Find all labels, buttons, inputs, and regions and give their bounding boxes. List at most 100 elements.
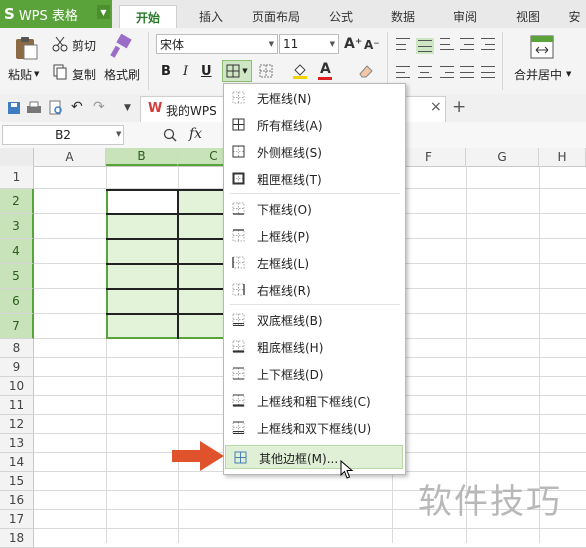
row-header-10[interactable]: 10 (0, 377, 34, 396)
merge-center-button[interactable]: 合并居中 (514, 66, 562, 83)
menu-item-top-and-double-bottom-border[interactable]: 上框线和双下框线(U) (224, 416, 405, 440)
paste-label[interactable]: 粘贴 (8, 66, 32, 83)
menu-item-top-and-bottom-border[interactable]: 上下框线(D) (224, 362, 405, 386)
indent-icon[interactable] (481, 38, 495, 50)
customize-qa-chevron-icon[interactable]: ▼ (124, 103, 131, 113)
menu-item-thick-bottom-border[interactable]: 粗底框线(H) (224, 335, 405, 359)
italic-button[interactable]: I (183, 64, 188, 79)
format-painter-button[interactable]: 格式刷 (104, 66, 140, 83)
row-header-16[interactable]: 16 (0, 491, 34, 510)
font-color-button[interactable]: A (320, 61, 331, 77)
insert-function-button[interactable]: fx (189, 126, 202, 142)
bold-button[interactable]: B (161, 64, 171, 79)
menu-item-no-border[interactable]: 无框线(N) (224, 86, 405, 110)
tab-formulas[interactable]: 公式 (316, 5, 366, 28)
row-header-1[interactable]: 1 (0, 166, 34, 189)
column-header-h[interactable]: H (539, 148, 586, 166)
clear-format-button[interactable] (354, 62, 378, 80)
align-top-icon[interactable] (396, 38, 410, 50)
new-tab-icon[interactable]: + (452, 97, 466, 117)
merge-center-icon[interactable] (529, 34, 555, 60)
cell-fill-pattern-button[interactable] (254, 62, 278, 80)
justify-icon[interactable] (460, 66, 474, 78)
row-header-17[interactable]: 17 (0, 510, 34, 529)
column-header-g[interactable]: G (466, 148, 539, 166)
fill-color-button[interactable] (288, 62, 312, 80)
row-header-11[interactable]: 11 (0, 396, 34, 415)
chevron-down-icon[interactable]: ▼ (116, 130, 121, 138)
borders-button[interactable]: ▼ (222, 60, 252, 82)
align-left-icon[interactable] (396, 66, 410, 78)
align-middle-icon[interactable] (416, 38, 434, 54)
menu-item-top-border[interactable]: 上框线(P) (224, 224, 405, 248)
row-header-6[interactable]: 6 (0, 289, 34, 314)
font-name-select[interactable]: 宋体 ▼ (156, 34, 278, 54)
chevron-down-icon[interactable]: ▼ (566, 70, 571, 78)
align-center-icon[interactable] (418, 66, 432, 78)
shrink-font-button[interactable]: A⁻ (364, 38, 380, 52)
row-header-18[interactable]: 18 (0, 529, 34, 548)
chevron-down-icon[interactable]: ▼ (97, 5, 110, 19)
distributed-icon[interactable] (481, 66, 495, 78)
row-header-9[interactable]: 9 (0, 358, 34, 377)
tab-security[interactable]: 安 (563, 5, 586, 28)
clipboard-icon (16, 37, 38, 60)
redo-icon[interactable]: ↷ (93, 99, 105, 115)
font-size-select[interactable]: 11 ▼ (279, 34, 339, 54)
outside-borders-icon (232, 145, 245, 158)
menu-item-top-and-thick-bottom-border[interactable]: 上框线和粗下框线(C) (224, 389, 405, 413)
close-tab-icon[interactable]: × (430, 99, 442, 115)
column-header-b[interactable]: B (106, 148, 178, 166)
cut-button[interactable]: 剪切 (72, 37, 96, 54)
print-icon[interactable] (26, 100, 42, 116)
menu-item-left-border[interactable]: 左框线(L) (224, 251, 405, 275)
copy-icon[interactable] (52, 64, 68, 80)
tab-data[interactable]: 数据 (378, 5, 428, 28)
row-header-4[interactable]: 4 (0, 239, 34, 264)
document-tab-label[interactable]: 我的WPS (166, 102, 217, 119)
menu-item-double-bottom-border[interactable]: 双底框线(B) (224, 308, 405, 332)
column-header-a[interactable]: A (34, 148, 106, 166)
tab-home[interactable]: 开始 (119, 5, 177, 28)
row-header-15[interactable]: 15 (0, 472, 34, 491)
row-header-7[interactable]: 7 (0, 314, 34, 339)
name-box[interactable]: B2 (2, 125, 124, 145)
select-all-corner[interactable] (0, 148, 34, 166)
tab-view[interactable]: 视图 (503, 5, 553, 28)
menu-item-label: 其他边框(M)... (259, 452, 339, 466)
print-preview-icon[interactable] (48, 100, 64, 116)
row-header-2[interactable]: 2 (0, 189, 34, 214)
menu-item-label: 双底框线(B) (257, 314, 323, 328)
tab-review[interactable]: 审阅 (440, 5, 490, 28)
row-header-8[interactable]: 8 (0, 339, 34, 358)
zoom-function-icon[interactable] (162, 127, 178, 143)
copy-button[interactable]: 复制 (72, 66, 96, 83)
menu-item-thick-box-border[interactable]: 粗匣框线(T) (224, 167, 405, 191)
undo-icon[interactable]: ↶ (71, 99, 83, 115)
row-header-3[interactable]: 3 (0, 214, 34, 239)
align-bottom-icon[interactable] (440, 38, 454, 50)
row-header-5[interactable]: 5 (0, 264, 34, 289)
active-cell[interactable] (108, 191, 177, 214)
row-header-14[interactable]: 14 (0, 453, 34, 472)
row-header-12[interactable]: 12 (0, 415, 34, 434)
chevron-down-icon[interactable]: ▼ (242, 67, 247, 75)
format-painter-icon[interactable] (108, 34, 134, 60)
outdent-icon[interactable] (460, 38, 474, 50)
menu-item-bottom-border[interactable]: 下框线(O) (224, 197, 405, 221)
tab-page-layout[interactable]: 页面布局 (243, 5, 309, 28)
menu-item-right-border[interactable]: 右框线(R) (224, 278, 405, 302)
row-header-13[interactable]: 13 (0, 434, 34, 453)
save-icon[interactable] (6, 100, 22, 116)
chevron-down-icon[interactable]: ▼ (34, 70, 39, 78)
menu-item-outside-borders[interactable]: 外侧框线(S) (224, 140, 405, 164)
menu-item-all-borders[interactable]: 所有框线(A) (224, 113, 405, 137)
align-right-icon[interactable] (440, 66, 454, 78)
scissors-icon[interactable] (52, 36, 68, 52)
menu-item-more-borders[interactable]: 其他边框(M)... (225, 445, 403, 469)
grow-font-button[interactable]: A⁺ (344, 36, 362, 52)
tab-insert[interactable]: 插入 (183, 5, 239, 28)
wps-app-menu-button[interactable]: S WPS 表格 ▼ (0, 0, 112, 28)
paste-button[interactable] (11, 34, 41, 62)
underline-button[interactable]: U (201, 64, 212, 79)
